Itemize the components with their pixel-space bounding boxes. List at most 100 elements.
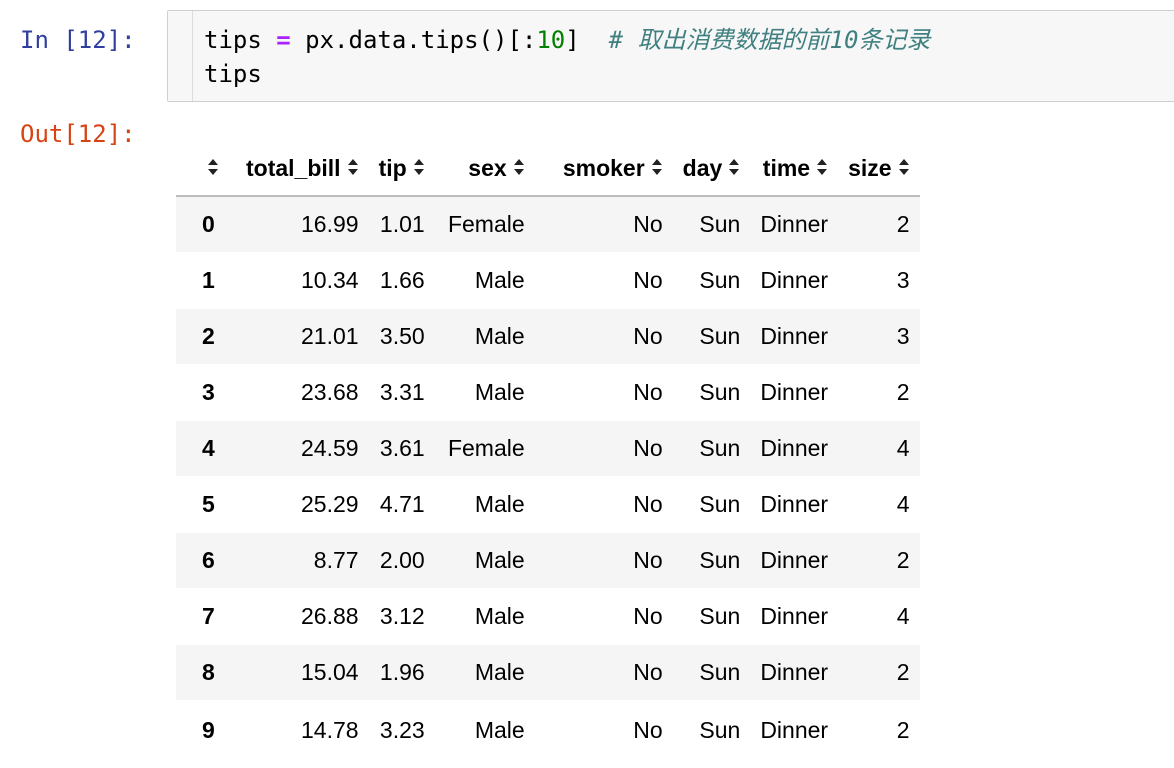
- cell-smoker: No: [534, 644, 673, 701]
- column-header-label: time: [762, 154, 811, 181]
- cell-day: Sun: [672, 532, 751, 589]
- cell-size: 2: [838, 196, 920, 253]
- cell-size: 2: [838, 644, 920, 701]
- cell-day: Sun: [672, 700, 751, 759]
- sort-icon[interactable]: [898, 158, 910, 176]
- cell-day: Sun: [672, 364, 751, 421]
- cell-size: 4: [838, 476, 920, 533]
- cell-sex: Male: [434, 588, 535, 645]
- cell-time: Dinner: [750, 308, 839, 365]
- input-prompt: In [12]:: [20, 26, 136, 54]
- cell-tip: 4.71: [368, 476, 435, 533]
- cell-day: Sun: [672, 588, 751, 645]
- cell-tip: 1.01: [368, 196, 435, 253]
- code-token-call: px.data.tips()[:: [290, 26, 537, 54]
- cell-sex: Female: [434, 420, 535, 477]
- cell-smoker: No: [534, 364, 673, 421]
- sort-icon[interactable]: [413, 158, 425, 176]
- column-header-label: size: [848, 154, 892, 181]
- cell-tip: 3.31: [368, 364, 435, 421]
- cell-time: Dinner: [750, 196, 839, 253]
- column-header-label: sex: [468, 154, 507, 181]
- cell-smoker: No: [534, 196, 673, 253]
- table-row: 7 26.88 3.12 Male No Sun Dinner 4: [176, 588, 920, 645]
- cell-time: Dinner: [750, 252, 839, 309]
- dataframe-body: 0 16.99 1.01 Female No Sun Dinner 2 1 10.34 1.66 Ma…: [176, 196, 920, 759]
- cell-tip: 1.96: [368, 644, 435, 701]
- cell-day: Sun: [672, 308, 751, 365]
- cell-size: 4: [838, 588, 920, 645]
- column-header-day[interactable]: day: [672, 141, 751, 197]
- row-index: 9: [176, 700, 236, 759]
- index-column-header[interactable]: [176, 141, 236, 197]
- cell-total-bill: 8.77: [236, 532, 369, 589]
- cell-time: Dinner: [750, 364, 839, 421]
- cell-smoker: No: [534, 308, 673, 365]
- cell-total-bill: 16.99: [236, 196, 369, 253]
- table-row: 6 8.77 2.00 Male No Sun Dinner 2: [176, 532, 920, 589]
- cell-smoker: No: [534, 420, 673, 477]
- cell-size: 4: [838, 420, 920, 477]
- table-row: 3 23.68 3.31 Male No Sun Dinner 2: [176, 364, 920, 421]
- cell-total-bill: 21.01: [236, 308, 369, 365]
- cell-smoker: No: [534, 588, 673, 645]
- sort-icon[interactable]: [728, 158, 740, 176]
- code-token-number: 10: [536, 26, 566, 54]
- cell-day: Sun: [672, 644, 751, 701]
- header-row: total_bill tip sex smoker day time size: [176, 141, 920, 197]
- cell-time: Dinner: [750, 700, 839, 759]
- code-cell-editor[interactable]: tips = px.data.tips()[:10] # 取出消费数据的前10条…: [167, 10, 1174, 102]
- output-prompt: Out[12]:: [20, 120, 136, 148]
- row-index: 1: [176, 252, 236, 309]
- cell-sex: Male: [434, 364, 535, 421]
- column-header-time[interactable]: time: [750, 141, 839, 197]
- sort-icon[interactable]: [347, 158, 359, 176]
- cell-day: Sun: [672, 196, 751, 253]
- cell-time: Dinner: [750, 420, 839, 477]
- cell-sex: Male: [434, 644, 535, 701]
- row-index: 4: [176, 420, 236, 477]
- code-line-2: tips: [204, 60, 262, 88]
- sort-icon[interactable]: [513, 158, 525, 176]
- cell-day: Sun: [672, 476, 751, 533]
- cell-sex: Male: [434, 476, 535, 533]
- cell-tip: 3.23: [368, 700, 435, 759]
- cell-sex: Male: [434, 252, 535, 309]
- sort-icon[interactable]: [651, 158, 663, 176]
- column-header-smoker[interactable]: smoker: [534, 141, 673, 197]
- dataframe-header: total_bill tip sex smoker day time size: [176, 141, 920, 197]
- column-header-tip[interactable]: tip: [368, 141, 435, 197]
- column-header-label: total_bill: [246, 154, 341, 181]
- cell-time: Dinner: [750, 532, 839, 589]
- code-text[interactable]: tips = px.data.tips()[:10] # 取出消费数据的前10条…: [204, 23, 930, 91]
- row-index: 7: [176, 588, 236, 645]
- code-token-bracket: ]: [565, 26, 609, 54]
- cell-tip: 1.66: [368, 252, 435, 309]
- cell-day: Sun: [672, 420, 751, 477]
- code-token-var: tips: [204, 26, 277, 54]
- cell-total-bill: 15.04: [236, 644, 369, 701]
- cell-time: Dinner: [750, 476, 839, 533]
- cell-size: 2: [838, 364, 920, 421]
- cell-sex: Female: [434, 196, 535, 253]
- cell-sex: Male: [434, 700, 535, 759]
- table-row: 4 24.59 3.61 Female No Sun Dinner 4: [176, 420, 920, 477]
- cell-total-bill: 23.68: [236, 364, 369, 421]
- table-row: 9 14.78 3.23 Male No Sun Dinner 2: [176, 700, 920, 759]
- cell-smoker: No: [534, 532, 673, 589]
- cell-total-bill: 25.29: [236, 476, 369, 533]
- column-header-size[interactable]: size: [838, 141, 920, 197]
- sort-icon[interactable]: [816, 158, 828, 176]
- row-index: 6: [176, 532, 236, 589]
- table-row: 8 15.04 1.96 Male No Sun Dinner 2: [176, 644, 920, 701]
- sort-icon[interactable]: [207, 158, 219, 176]
- cell-total-bill: 26.88: [236, 588, 369, 645]
- column-header-total-bill[interactable]: total_bill: [236, 141, 369, 197]
- cell-size: 3: [838, 252, 920, 309]
- column-header-sex[interactable]: sex: [434, 141, 535, 197]
- column-header-label: smoker: [562, 154, 645, 181]
- row-index: 3: [176, 364, 236, 421]
- cell-day: Sun: [672, 252, 751, 309]
- cell-tip: 2.00: [368, 532, 435, 589]
- row-index: 5: [176, 476, 236, 533]
